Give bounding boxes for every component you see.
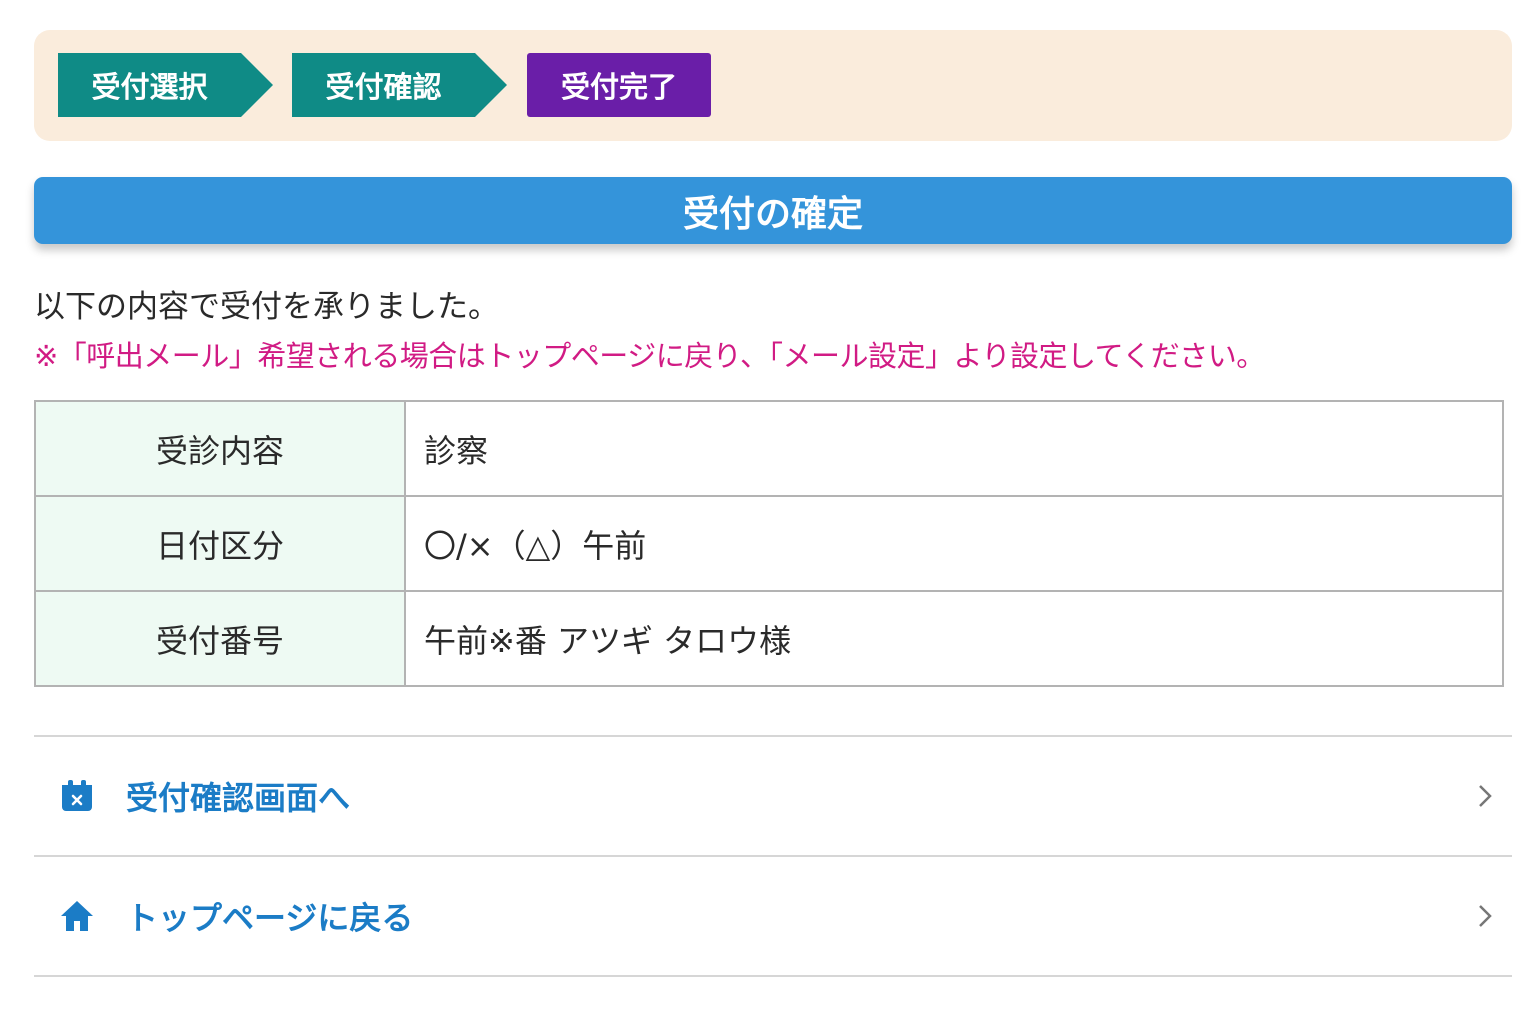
progress-steps: 受付選択 受付確認 受付完了 bbox=[34, 30, 1512, 141]
row-header-reception-number: 受付番号 bbox=[34, 590, 406, 687]
row-value-date-slot: 〇/×（△）午前 bbox=[404, 495, 1504, 592]
row-header-exam-content: 受診内容 bbox=[34, 400, 406, 497]
row-value-exam-content: 診察 bbox=[404, 400, 1504, 497]
step-complete: 受付完了 bbox=[527, 53, 711, 117]
link-label[interactable]: 受付確認画面へ bbox=[126, 773, 350, 819]
page-title: 受付の確定 bbox=[34, 177, 1512, 244]
home-icon bbox=[61, 901, 93, 931]
divider bbox=[34, 975, 1512, 977]
reception-details-table: 受診内容 診察 日付区分 〇/×（△）午前 受付番号 午前※番 アツギ タロウ様 bbox=[34, 400, 1504, 687]
step-confirm: 受付確認 bbox=[292, 53, 507, 117]
table-row: 受付番号 午前※番 アツギ タロウ様 bbox=[34, 590, 1504, 687]
row-header-date-slot: 日付区分 bbox=[34, 495, 406, 592]
row-value-reception-number: 午前※番 アツギ タロウ様 bbox=[404, 590, 1504, 687]
mail-setting-note: ※「呼出メール」希望される場合はトップページに戻り、「メール設定」より設定してく… bbox=[34, 339, 1265, 373]
table-row: 日付区分 〇/×（△）午前 bbox=[34, 495, 1504, 592]
link-label[interactable]: トップページに戻る bbox=[126, 893, 413, 939]
link-top-page[interactable]: トップページに戻る bbox=[34, 857, 1512, 975]
table-row: 受診内容 診察 bbox=[34, 400, 1504, 497]
calendar-icon bbox=[62, 780, 92, 811]
step-select: 受付選択 bbox=[58, 53, 273, 117]
link-reception-confirmation[interactable]: 受付確認画面へ bbox=[34, 737, 1512, 855]
chevron-right-icon bbox=[1479, 905, 1492, 927]
chevron-right-icon bbox=[1479, 785, 1492, 807]
confirmation-message: 以下の内容で受付を承りました。 bbox=[34, 289, 499, 325]
